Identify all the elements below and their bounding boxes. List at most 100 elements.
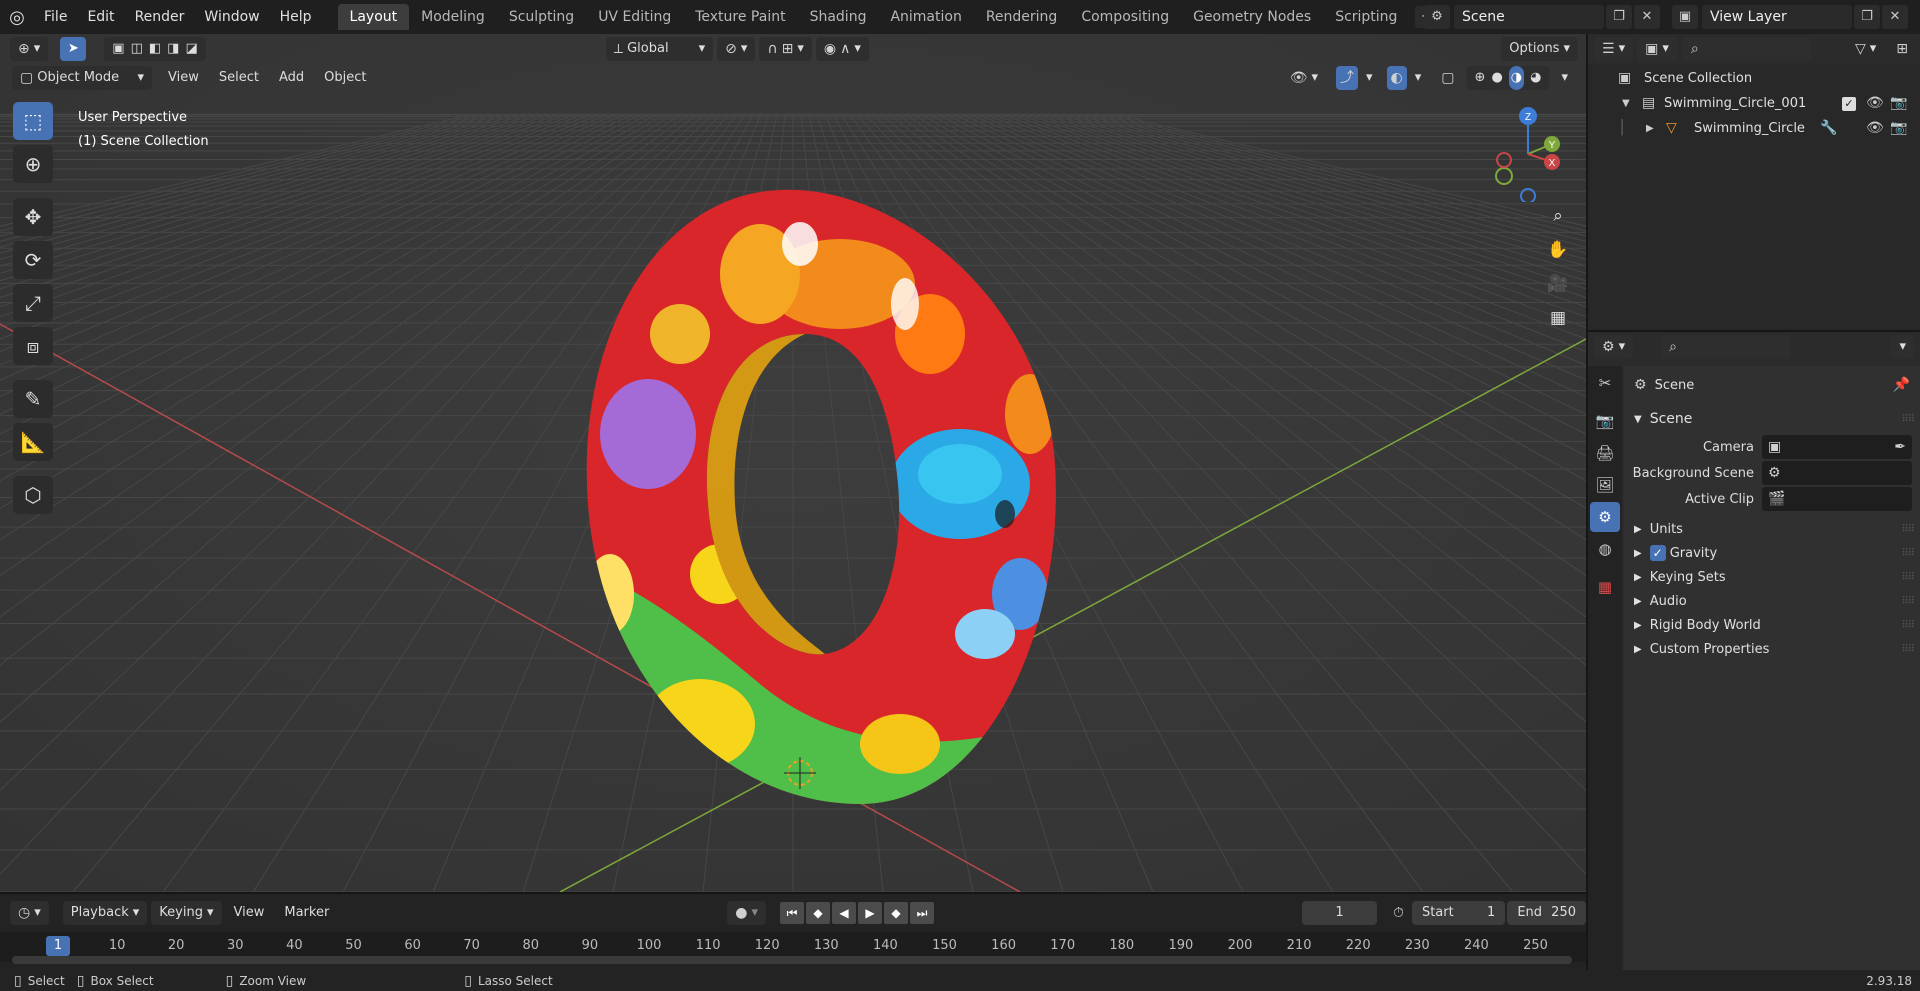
prev-keyframe-icon[interactable]: ◆ bbox=[806, 902, 831, 924]
move-icon[interactable]: ✥ bbox=[13, 198, 53, 236]
scale-icon[interactable]: ⤢ bbox=[13, 284, 53, 322]
gizmo-dropdown[interactable]: ▾ bbox=[1358, 66, 1381, 90]
select-box-tool-icon[interactable]: ⬚ bbox=[13, 102, 53, 140]
wireframe-shading-icon[interactable]: ⊕ bbox=[1475, 66, 1486, 90]
outliner-editor-type[interactable]: ☰ ▾ bbox=[1594, 37, 1634, 61]
selection-mode-buttons[interactable]: ▣ ◫ ◧ ◨ ◪ bbox=[104, 37, 206, 61]
solid-shading-icon[interactable]: ● bbox=[1491, 66, 1502, 90]
display-mode-dropdown[interactable]: ▣ ▾ bbox=[1637, 37, 1677, 61]
keying-sets-panel-header[interactable]: ▶ Keying Sets ⠿⠿ bbox=[1624, 564, 1920, 590]
scene-icon[interactable]: ⚙ bbox=[1424, 5, 1450, 29]
drag-handle-icon[interactable]: ⠿⠿ bbox=[1901, 548, 1915, 559]
pivot-point-dropdown[interactable]: ⊘ ▾ bbox=[717, 37, 756, 61]
menu-render[interactable]: Render bbox=[125, 0, 195, 34]
camera-render-icon[interactable]: 📷 bbox=[1890, 116, 1907, 141]
tab-shading[interactable]: Shading bbox=[798, 4, 879, 30]
background-scene-field[interactable]: ⚙ bbox=[1762, 461, 1912, 485]
outliner-search-input[interactable]: ⌕ bbox=[1682, 37, 1811, 61]
timeline-view-menu[interactable]: View bbox=[226, 901, 273, 925]
gizmo-neg-x-axis[interactable] bbox=[1496, 152, 1512, 168]
eye-icon[interactable]: 👁 bbox=[1866, 116, 1884, 141]
properties-options-dropdown[interactable]: ▾ bbox=[1891, 335, 1914, 359]
drag-handle-icon[interactable]: ⠿⠿ bbox=[1901, 572, 1915, 583]
expand-arrow-icon[interactable]: ▼ bbox=[1622, 91, 1630, 116]
drag-handle-icon[interactable]: ⠿⠿ bbox=[1901, 620, 1915, 631]
menu-view[interactable]: View bbox=[160, 66, 207, 90]
grid-icon[interactable]: ▦ bbox=[1542, 302, 1574, 334]
tab-sculpting[interactable]: Sculpting bbox=[497, 4, 586, 30]
gizmo-neg-z-axis[interactable] bbox=[1520, 188, 1536, 202]
output-tab-icon[interactable]: 🖨 bbox=[1590, 438, 1620, 468]
current-frame-field[interactable]: 1 bbox=[1302, 901, 1378, 925]
units-panel-header[interactable]: ▶ Units ⠿⠿ bbox=[1624, 516, 1920, 542]
tab-texture-paint[interactable]: Texture Paint bbox=[683, 4, 797, 30]
transform-icon[interactable]: ⧈ bbox=[13, 327, 53, 365]
tab-geometry-nodes[interactable]: Geometry Nodes bbox=[1181, 4, 1323, 30]
menu-help[interactable]: Help bbox=[270, 0, 322, 34]
drag-handle-icon[interactable]: ⠿⠿ bbox=[1901, 414, 1915, 425]
view-layer-icon[interactable]: ▣ bbox=[1672, 5, 1698, 29]
zoom-icon[interactable]: ⌕ bbox=[1542, 200, 1574, 232]
start-frame-field[interactable]: Start 1 bbox=[1411, 901, 1506, 925]
jump-end-icon[interactable]: ⏭ bbox=[910, 902, 935, 924]
overlay-toggle[interactable]: ◐ bbox=[1386, 66, 1407, 90]
active-clip-field[interactable]: 🎬 bbox=[1762, 487, 1912, 511]
gizmo-toggle[interactable]: ⤴ bbox=[1336, 66, 1359, 90]
subtract-selection-icon[interactable]: ◧ bbox=[149, 37, 161, 61]
menu-object[interactable]: Object bbox=[316, 66, 374, 90]
camera-render-icon[interactable]: 📷 bbox=[1890, 91, 1907, 116]
add-cube-icon[interactable]: ⬡ bbox=[13, 476, 53, 514]
stopwatch-icon[interactable]: ⏱ bbox=[1393, 906, 1404, 920]
new-view-layer-button[interactable]: ❐ bbox=[1854, 5, 1880, 29]
camera-icon[interactable]: 🎥 bbox=[1542, 268, 1574, 300]
camera-field[interactable]: ▣ ✒ bbox=[1762, 435, 1912, 459]
pin-icon[interactable]: 📌 bbox=[1893, 378, 1910, 392]
tab-uv-editing[interactable]: UV Editing bbox=[586, 4, 683, 30]
proportional-editing-toggle[interactable]: ◉ ∧ ▾ bbox=[815, 37, 869, 61]
overlay-dropdown[interactable]: ▾ bbox=[1407, 66, 1430, 90]
drag-handle-icon[interactable]: ⠿⠿ bbox=[1901, 644, 1915, 655]
select-tool-icon[interactable]: ➤ bbox=[60, 37, 87, 61]
outliner-row-object[interactable]: │ ▶ ▽ Swimming_Circle 🔧 👁 📷 bbox=[1588, 116, 1920, 141]
set-selection-icon[interactable]: ▣ bbox=[112, 37, 124, 61]
scene-panel-header[interactable]: ▼ Scene ⠿⠿ bbox=[1624, 406, 1920, 432]
playback-menu[interactable]: Playback ▾ bbox=[62, 901, 148, 925]
properties-editor-type[interactable]: ⚙ ▾ bbox=[1594, 335, 1634, 359]
properties-search-input[interactable]: ⌕ bbox=[1661, 335, 1792, 359]
expand-arrow-icon[interactable]: ▶ bbox=[1646, 116, 1654, 141]
timeline-editor-type-button[interactable]: ◷ ▾ bbox=[10, 901, 49, 925]
scene-icon[interactable]: ⚙ bbox=[1590, 502, 1620, 532]
current-frame-indicator[interactable]: 1 bbox=[46, 936, 70, 956]
view-layer-tab-icon[interactable]: 🖼 bbox=[1590, 470, 1620, 500]
invert-selection-icon[interactable]: ◨ bbox=[167, 37, 179, 61]
rigid-body-world-panel-header[interactable]: ▶ Rigid Body World ⠿⠿ bbox=[1624, 612, 1920, 638]
jump-start-icon[interactable]: ⏮ bbox=[780, 902, 805, 924]
custom-properties-panel-header[interactable]: ▶ Custom Properties ⠿⠿ bbox=[1624, 636, 1920, 662]
editor-type-button[interactable]: ⊕ ▾ bbox=[10, 37, 49, 61]
tab-compositing[interactable]: Compositing bbox=[1069, 4, 1181, 30]
blender-logo-icon[interactable]: ◎ bbox=[0, 0, 34, 34]
annotate-icon[interactable]: ✎ bbox=[13, 380, 53, 418]
snapping-toggle[interactable]: ∩ ⊞ ▾ bbox=[759, 37, 812, 61]
tab-animation[interactable]: Animation bbox=[878, 4, 973, 30]
end-frame-field[interactable]: End 250 bbox=[1507, 901, 1586, 925]
keying-menu[interactable]: Keying ▾ bbox=[151, 901, 222, 925]
tab-layout[interactable]: Layout bbox=[337, 4, 410, 30]
gizmo-neg-y-axis[interactable] bbox=[1495, 167, 1513, 185]
shading-dropdown[interactable]: ▾ bbox=[1553, 66, 1576, 90]
cursor-icon[interactable]: ⊕ bbox=[13, 145, 53, 183]
3d-viewport[interactable]: ⊕ ▾ ➤ ▣ ◫ ◧ ◨ ◪ ⟂ Global ▾ ⊘ ▾ ∩ ⊞ ▾ ◉ ∧ ▾ Options ▾ … bbox=[0, 34, 1586, 892]
render-tab-icon[interactable]: 📷 bbox=[1590, 406, 1620, 436]
world-icon[interactable]: ◍ bbox=[1590, 534, 1620, 564]
filter-dropdown[interactable]: ▽ ▾ bbox=[1847, 37, 1884, 61]
menu-select[interactable]: Select bbox=[211, 66, 267, 90]
rendered-shading-icon[interactable]: ◕ bbox=[1530, 66, 1541, 90]
tab-rendering[interactable]: Rendering bbox=[974, 4, 1070, 30]
gravity-panel-header[interactable]: ▶ ✓ Gravity ⠿⠿ bbox=[1624, 540, 1920, 566]
gravity-checkbox[interactable]: ✓ bbox=[1649, 545, 1666, 561]
tool-tab-icon[interactable]: ✂ bbox=[1590, 368, 1620, 398]
play-icon[interactable]: ▶ bbox=[858, 902, 883, 924]
view-layer-field[interactable]: View Layer bbox=[1702, 5, 1852, 29]
next-keyframe-icon[interactable]: ◆ bbox=[884, 902, 909, 924]
viewport-canvas[interactable] bbox=[0, 34, 1586, 892]
